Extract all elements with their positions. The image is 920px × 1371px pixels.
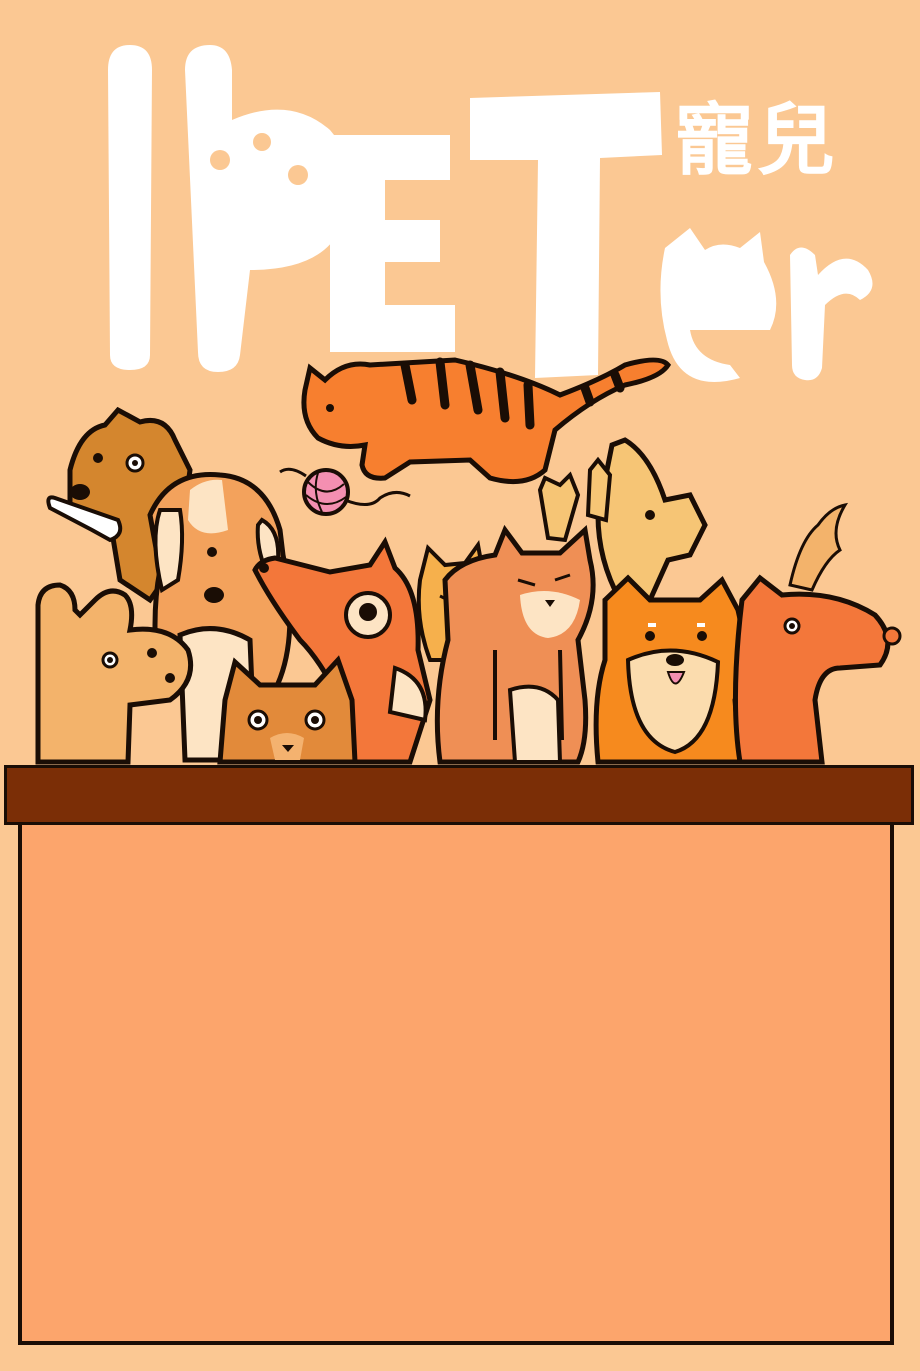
logo-letter-p2	[185, 45, 351, 372]
logo-letter-t	[470, 92, 662, 378]
orange-cat-icon	[434, 524, 596, 765]
horse-dog-icon	[732, 502, 902, 765]
shiba-dog-icon	[593, 574, 746, 765]
poster-canvas: 寵兒	[0, 0, 920, 1371]
logo-chinese-text: 寵兒	[675, 96, 840, 186]
small-cat-icon	[217, 655, 358, 765]
counter-top	[4, 765, 914, 825]
logo-letter-p1	[108, 45, 152, 370]
counter-body	[18, 825, 894, 1345]
logo-letter-e-small	[660, 228, 777, 383]
logo-letter-r	[790, 247, 873, 381]
logo-letter-e	[330, 135, 455, 352]
